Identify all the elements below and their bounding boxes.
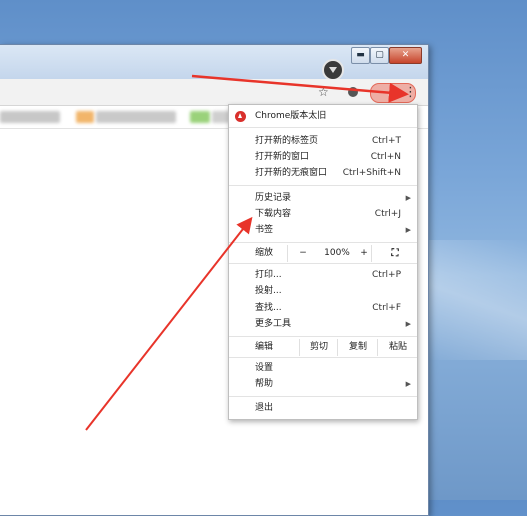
chevron-right-icon: ▶ bbox=[405, 226, 411, 234]
menu-item-history[interactable]: 历史记录 ▶ bbox=[229, 190, 417, 206]
menu-item-new-tab[interactable]: 打开新的标签页 Ctrl+T bbox=[229, 133, 417, 149]
paste-button[interactable]: 粘贴 bbox=[377, 339, 418, 356]
account-icon[interactable] bbox=[348, 87, 358, 97]
minimize-button[interactable]: ▬ bbox=[351, 47, 370, 64]
edit-label: 编辑 bbox=[255, 342, 274, 352]
star-icon[interactable]: ☆ bbox=[318, 85, 329, 99]
menu-item-label: 帮助 bbox=[255, 379, 274, 389]
bookmark-item[interactable] bbox=[96, 111, 176, 123]
divider bbox=[229, 242, 417, 243]
menu-item-label: 书签 bbox=[255, 225, 274, 235]
divider bbox=[229, 357, 417, 358]
bookmark-item[interactable] bbox=[76, 111, 94, 123]
divider bbox=[229, 127, 417, 128]
menu-item-label: 打印... bbox=[255, 270, 282, 280]
edit-row: 编辑 剪切 复制 粘贴 bbox=[229, 339, 417, 356]
copy-button[interactable]: 复制 bbox=[337, 339, 378, 356]
menu-item-shortcut: Ctrl+Shift+N bbox=[342, 168, 401, 178]
cut-button[interactable]: 剪切 bbox=[299, 339, 338, 356]
menu-item-cast[interactable]: 投射... bbox=[229, 283, 417, 299]
profile-badge-icon[interactable] bbox=[322, 59, 344, 81]
menu-item-label: 设置 bbox=[255, 363, 274, 373]
chrome-main-menu: Chrome版本太旧 打开新的标签页 Ctrl+T 打开新的窗口 Ctrl+N … bbox=[228, 104, 418, 420]
menu-item-label: 打开新的标签页 bbox=[255, 136, 319, 146]
zoom-value: 100% bbox=[324, 248, 350, 258]
menu-item-shortcut: Ctrl+F bbox=[372, 303, 401, 313]
divider bbox=[229, 185, 417, 186]
menu-item-label: 查找... bbox=[255, 303, 282, 313]
menu-item-new-incognito[interactable]: 打开新的无痕窗口 Ctrl+Shift+N bbox=[229, 165, 417, 181]
maximize-button[interactable]: ▢ bbox=[370, 47, 389, 64]
menu-item-bookmarks[interactable]: 书签 ▶ bbox=[229, 222, 417, 238]
chevron-right-icon: ▶ bbox=[405, 194, 411, 202]
title-bar: ▬ ▢ ✕ bbox=[0, 45, 428, 81]
desktop-wallpaper bbox=[417, 240, 527, 360]
menu-item-help[interactable]: 帮助 ▶ bbox=[229, 376, 417, 392]
menu-item-print[interactable]: 打印... Ctrl+P bbox=[229, 267, 417, 283]
menu-item-label: 退出 bbox=[255, 403, 274, 413]
zoom-label: 缩放 bbox=[255, 248, 274, 258]
menu-item-shortcut: Ctrl+T bbox=[371, 136, 401, 146]
update-icon bbox=[235, 111, 246, 122]
menu-item-shortcut: Ctrl+P bbox=[372, 270, 401, 280]
chevron-right-icon: ▶ bbox=[405, 380, 411, 388]
menu-item-label: 下载内容 bbox=[255, 209, 292, 219]
menu-item-shortcut: Ctrl+J bbox=[374, 209, 401, 219]
menu-item-label: 投射... bbox=[255, 286, 282, 296]
zoom-row: 缩放 − 100% + ⛶ bbox=[229, 245, 417, 262]
divider bbox=[229, 263, 417, 264]
chrome-menu-button[interactable]: ⋮ bbox=[370, 83, 417, 103]
zoom-out-button[interactable]: − bbox=[287, 245, 318, 262]
menu-item-label: 打开新的窗口 bbox=[255, 152, 310, 162]
menu-item-label: 更多工具 bbox=[255, 319, 292, 329]
divider bbox=[229, 396, 417, 397]
update-chrome-item[interactable]: Chrome版本太旧 bbox=[229, 108, 417, 124]
menu-item-exit[interactable]: 退出 bbox=[229, 400, 417, 416]
more-vert-icon: ⋮ bbox=[404, 85, 417, 100]
zoom-in-button[interactable]: + bbox=[357, 245, 371, 262]
fullscreen-icon[interactable]: ⛶ bbox=[371, 245, 418, 262]
menu-item-find[interactable]: 查找... Ctrl+F bbox=[229, 300, 417, 316]
chevron-right-icon: ▶ bbox=[405, 320, 411, 328]
menu-item-downloads[interactable]: 下载内容 Ctrl+J bbox=[229, 206, 417, 222]
menu-item-shortcut: Ctrl+N bbox=[370, 152, 401, 162]
menu-item-label: 打开新的无痕窗口 bbox=[255, 168, 328, 178]
update-label: Chrome版本太旧 bbox=[255, 111, 327, 121]
menu-item-new-window[interactable]: 打开新的窗口 Ctrl+N bbox=[229, 149, 417, 165]
close-button[interactable]: ✕ bbox=[389, 47, 422, 64]
menu-item-more-tools[interactable]: 更多工具 ▶ bbox=[229, 316, 417, 332]
toolbar: ☆ ⋮ bbox=[0, 79, 428, 106]
menu-item-settings[interactable]: 设置 bbox=[229, 360, 417, 376]
bookmark-item[interactable] bbox=[190, 111, 210, 123]
divider bbox=[229, 336, 417, 337]
bookmark-item[interactable] bbox=[0, 111, 60, 123]
menu-item-label: 历史记录 bbox=[255, 193, 292, 203]
